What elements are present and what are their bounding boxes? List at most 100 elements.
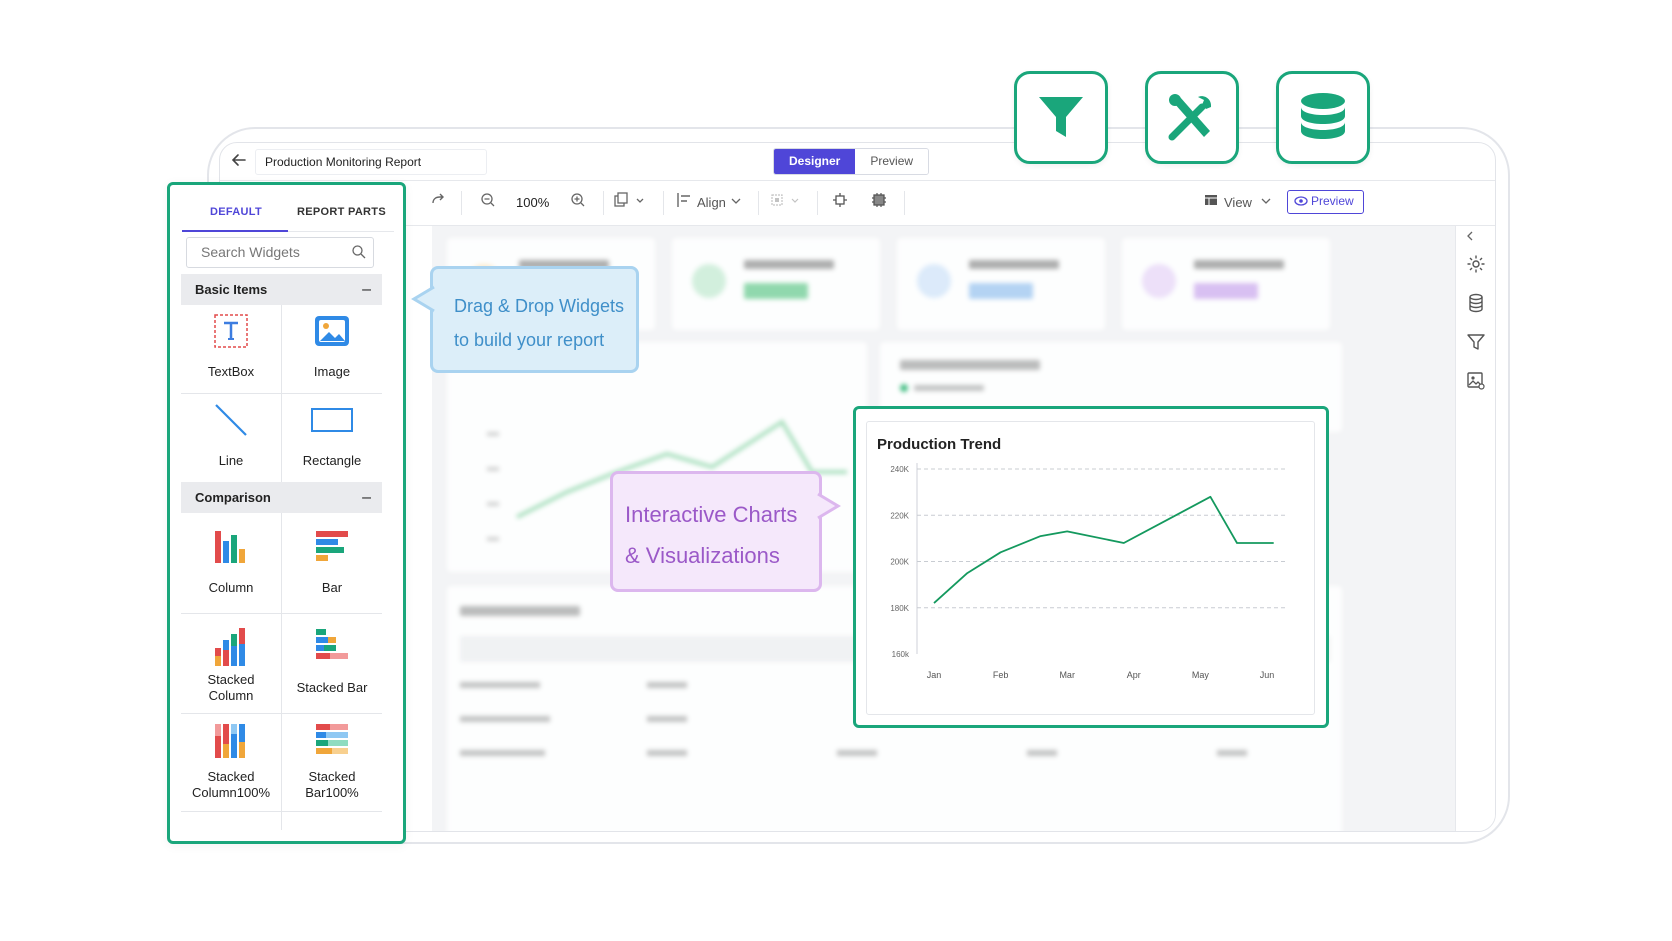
widget-label: Stacked Column100% — [191, 769, 271, 800]
collapse-icon[interactable]: – — [362, 482, 371, 513]
eye-icon — [1294, 196, 1308, 206]
widget-stacked-bar-100[interactable]: Stacked Bar100% — [282, 714, 382, 812]
designer-mode-button[interactable]: Designer — [774, 149, 856, 174]
drag-drop-callout: Drag & Drop Widgets to build your report — [411, 266, 639, 373]
widget-label: Image — [313, 364, 351, 379]
report-title-field[interactable]: Production Monitoring Report — [255, 149, 487, 175]
mode-toggle: Designer Preview — [773, 148, 930, 175]
widget-column-chart[interactable]: Column — [181, 513, 281, 613]
widget-label: TextBox — [207, 364, 255, 379]
y-tick-label: 200K — [890, 558, 909, 567]
widget-label: Line — [218, 453, 244, 468]
toolbar-divider — [663, 191, 664, 215]
toolbar-divider — [817, 191, 818, 215]
widget-line[interactable]: Line — [181, 394, 281, 482]
group-dropdown-icon[interactable] — [770, 192, 804, 214]
textbox-icon — [213, 313, 249, 349]
x-tick-label: May — [1192, 670, 1210, 680]
production-trend-widget[interactable]: Production Trend 240K 220K 200K 180K 160k Jan… — [853, 406, 1329, 728]
tools-feature-icon — [1145, 71, 1239, 164]
fit-page-icon[interactable] — [871, 192, 887, 214]
widget-bar-chart[interactable]: Bar — [282, 513, 382, 613]
collapse-rail-icon[interactable] — [1464, 229, 1484, 243]
widget-textbox[interactable]: TextBox — [181, 305, 281, 393]
x-tick-label: Jan — [927, 670, 942, 680]
preview-mode-button[interactable]: Preview — [855, 149, 929, 174]
kpi-card — [897, 238, 1105, 330]
zoom-in-icon[interactable] — [570, 192, 586, 214]
view-dropdown[interactable]: View — [1224, 192, 1252, 214]
toolbar-divider — [461, 191, 462, 215]
callout-line: & Visualizations — [625, 543, 780, 568]
settings-gear-icon[interactable] — [1466, 254, 1486, 274]
view-chevron-icon[interactable] — [1260, 192, 1272, 214]
y-tick-label: 180K — [890, 604, 909, 613]
align-icon[interactable] — [676, 192, 692, 214]
stacked-bar-100-icon — [314, 722, 350, 758]
y-tick-label: 160k — [892, 650, 910, 659]
preview-button[interactable]: Preview — [1287, 190, 1364, 214]
x-tick-label: Jun — [1260, 670, 1275, 680]
collapse-icon[interactable]: – — [362, 274, 371, 305]
zoom-out-icon[interactable] — [480, 192, 496, 214]
rectangle-icon — [311, 402, 353, 438]
align-dropdown[interactable]: Align — [697, 192, 726, 214]
production-trend-card: Production Trend 240K 220K 200K 180K 160k Jan… — [866, 421, 1315, 715]
redo-icon[interactable] — [430, 192, 446, 214]
x-tick-label: Mar — [1059, 670, 1075, 680]
filter-feature-icon — [1014, 71, 1108, 164]
widget-image[interactable]: Image — [282, 305, 382, 393]
data-source-icon[interactable] — [1466, 293, 1486, 313]
widgets-panel: DEFAULT REPORT PARTS Search Widgets Basi… — [167, 182, 406, 844]
line-icon — [213, 402, 249, 438]
properties-rail — [1455, 226, 1495, 831]
toolbar-divider — [758, 191, 759, 215]
chevron-down-icon[interactable] — [730, 192, 742, 214]
column-chart-icon — [213, 529, 249, 565]
toolbar-divider — [603, 191, 604, 215]
section-title: Comparison — [195, 490, 271, 505]
widget-rectangle[interactable]: Rectangle — [282, 394, 382, 482]
stacked-column-100-icon — [213, 722, 249, 758]
stacked-column-icon — [213, 626, 249, 666]
stacked-bar-icon — [314, 626, 350, 662]
view-icon[interactable] — [1204, 192, 1218, 214]
x-tick-label: Feb — [993, 670, 1009, 680]
basic-items-grid: TextBox Image Line Rectangle — [181, 305, 382, 483]
stage: Production Monitoring Report Designer Pr… — [0, 0, 1672, 941]
callout-line: Drag & Drop Widgets — [454, 296, 625, 316]
copy-dropdown-icon[interactable] — [614, 192, 650, 214]
production-trend-chart: 240K 220K 200K 180K 160k Jan Feb Mar Apr May Jun — [890, 463, 1287, 680]
x-tick-label: Apr — [1127, 670, 1141, 680]
search-icon[interactable] — [351, 244, 367, 260]
database-icon — [1301, 93, 1345, 139]
widget-label: Stacked Bar100% — [305, 769, 359, 800]
tab-default[interactable]: DEFAULT — [210, 206, 262, 218]
filter-icon[interactable] — [1466, 332, 1486, 352]
filter-icon — [1039, 97, 1083, 137]
drag-drop-text: Drag & Drop Widgets to build your report — [454, 289, 624, 357]
widget-stacked-column[interactable]: Stacked Column — [181, 614, 281, 713]
toolbar-divider — [904, 191, 905, 215]
preview-button-label: Preview — [1311, 194, 1354, 208]
kpi-card — [672, 238, 880, 330]
widget-label: Column — [208, 580, 254, 595]
image-settings-icon[interactable] — [1466, 371, 1486, 391]
callout-line: Interactive Charts — [625, 502, 798, 527]
interactive-charts-callout: Interactive Charts & Visualizations — [610, 471, 841, 592]
widget-label: Rectangle — [302, 453, 362, 468]
bar-chart-icon — [314, 529, 350, 565]
tab-report-parts[interactable]: REPORT PARTS — [297, 206, 386, 218]
widget-stacked-bar[interactable]: Stacked Bar — [282, 614, 382, 713]
section-comparison[interactable]: Comparison – — [181, 482, 382, 513]
distribute-icon[interactable] — [832, 192, 848, 214]
search-widgets-input[interactable]: Search Widgets — [186, 237, 374, 268]
tools-icon — [1168, 94, 1212, 141]
zoom-level[interactable]: 100% — [516, 192, 549, 214]
section-basic-items[interactable]: Basic Items – — [181, 274, 382, 305]
widget-stacked-column-100[interactable]: Stacked Column100% — [181, 714, 281, 812]
active-tab-indicator — [182, 230, 288, 232]
toolbar: 100% Align View Preview — [220, 181, 1495, 226]
back-arrow-icon[interactable] — [230, 151, 250, 171]
kpi-card — [1122, 238, 1330, 330]
